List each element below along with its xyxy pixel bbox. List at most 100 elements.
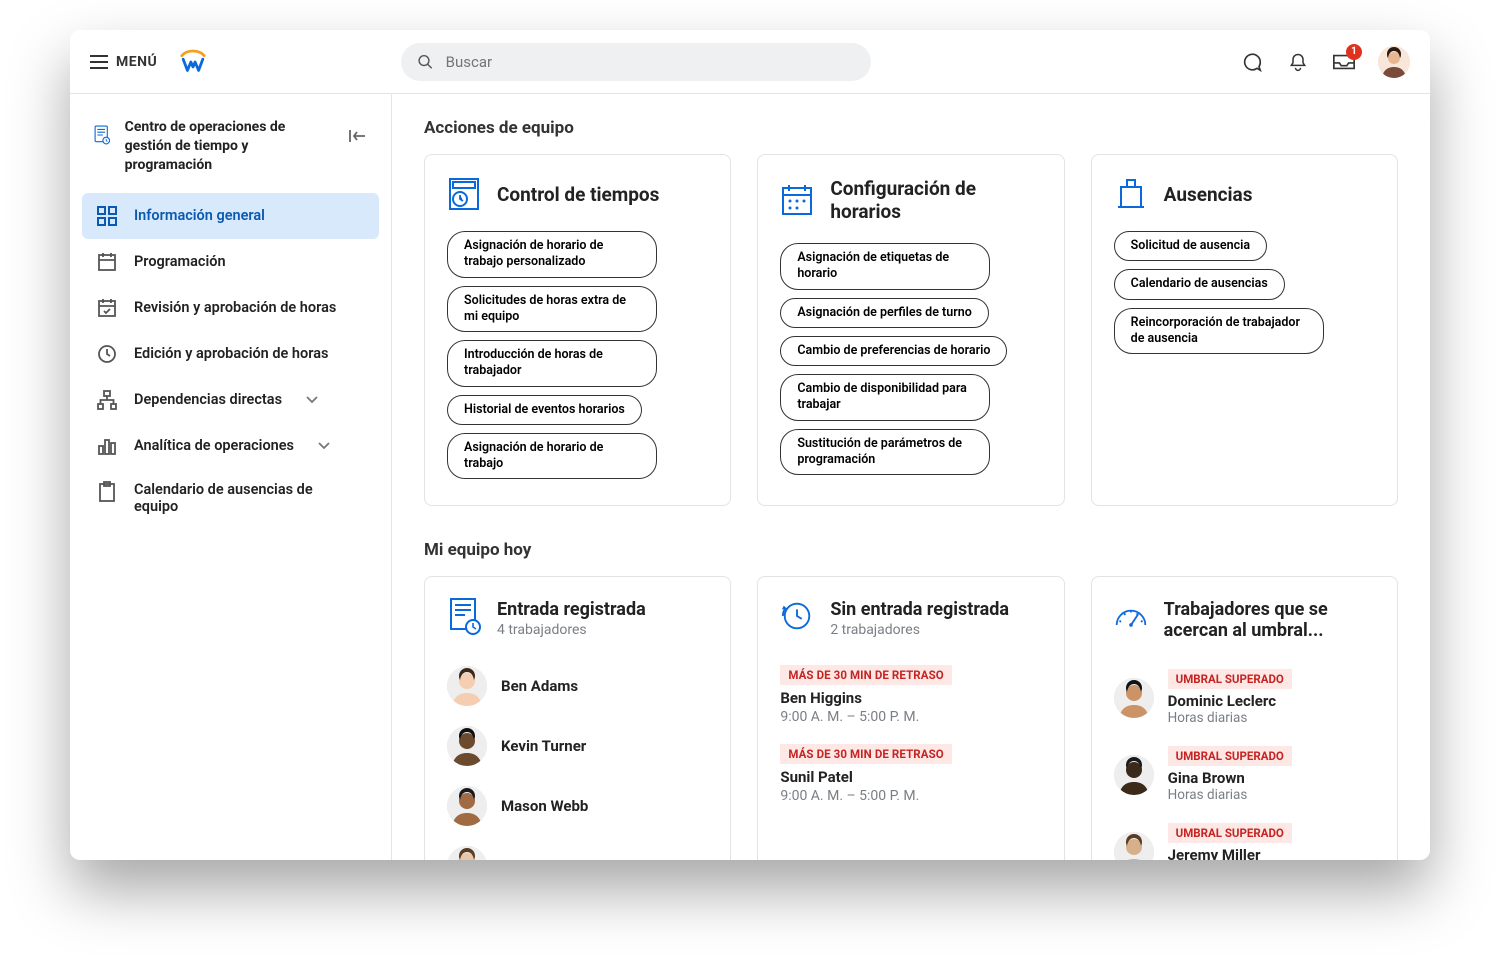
sidebar-header: Centro de operaciones de gestión de tiem… bbox=[82, 114, 379, 193]
nav-team-absence-calendar[interactable]: Calendario de ausencias de equipo bbox=[82, 469, 379, 527]
card-threshold: Trabajadores que se acercan al umbral...… bbox=[1091, 576, 1398, 860]
clock-icon bbox=[96, 343, 118, 365]
grid-icon bbox=[96, 205, 118, 227]
action-pill[interactable]: Reincorporación de trabajador de ausenci… bbox=[1114, 308, 1324, 355]
chat-icon bbox=[1241, 51, 1263, 73]
action-pill[interactable]: Solicitud de ausencia bbox=[1114, 231, 1267, 261]
nav-label: Revisión y aprobación de horas bbox=[134, 299, 336, 316]
nav-label: Calendario de ausencias de equipo bbox=[134, 481, 314, 515]
person-name: Mason Webb bbox=[501, 797, 588, 815]
card-checked-in: Entrada registrada 4 trabajadores Ben Ad… bbox=[424, 576, 731, 860]
nav-label: Información general bbox=[134, 207, 265, 224]
inbox-button[interactable]: 1 bbox=[1332, 50, 1356, 74]
avatar bbox=[447, 666, 487, 706]
notifications-button[interactable] bbox=[1286, 50, 1310, 74]
main-content: Acciones de equipo Control de tiempos As… bbox=[392, 94, 1430, 860]
action-pill[interactable]: Historial de eventos horarios bbox=[447, 395, 642, 425]
person-name: Sunil Patel bbox=[780, 768, 1041, 786]
avatar bbox=[447, 786, 487, 826]
threshold-tag: UMBRAL SUPERADO bbox=[1168, 746, 1292, 766]
card-subtitle: 4 trabajadores bbox=[497, 622, 646, 638]
threshold-row[interactable]: UMBRAL SUPERADOJeremy MillerHoras diaria… bbox=[1114, 813, 1375, 860]
search-bar[interactable] bbox=[401, 43, 871, 81]
person-name: Ben Adams bbox=[501, 677, 578, 695]
card-time-control: Control de tiempos Asignación de horario… bbox=[424, 154, 731, 506]
threshold-row[interactable]: UMBRAL SUPERADODominic LeclercHoras diar… bbox=[1114, 659, 1375, 736]
checked-in-list: Ben Adams Kevin Turner Mason Webb Todd Hard… bbox=[447, 656, 708, 860]
person-row[interactable]: Mason Webb bbox=[447, 776, 708, 836]
nav-label: Edición y aprobación de horas bbox=[134, 345, 328, 362]
person-row[interactable]: Ben Adams bbox=[447, 656, 708, 716]
avatar-icon bbox=[1378, 46, 1410, 78]
nav-direct-reports[interactable]: Dependencias directas bbox=[82, 377, 379, 423]
person-name: Ben Higgins bbox=[780, 689, 1041, 707]
nav-review-hours[interactable]: Revisión y aprobación de horas bbox=[82, 285, 379, 331]
action-pill[interactable]: Asignación de perfiles de turno bbox=[780, 298, 988, 328]
card-subtitle: 2 trabajadores bbox=[830, 622, 1009, 638]
action-pill[interactable]: Asignación de horario de trabajo persona… bbox=[447, 231, 657, 278]
card-absences: Ausencias Solicitud de ausencia Calendar… bbox=[1091, 154, 1398, 506]
collapse-icon bbox=[349, 128, 367, 144]
person-row[interactable]: Todd Hardy bbox=[447, 836, 708, 860]
calendar-check-icon bbox=[96, 297, 118, 319]
card-title: Control de tiempos bbox=[497, 183, 659, 206]
action-pill[interactable]: Calendario de ausencias bbox=[1114, 269, 1285, 299]
schedule-config-icon bbox=[780, 183, 814, 217]
search-input[interactable] bbox=[446, 53, 855, 71]
person-name: Dominic Leclerc bbox=[1168, 692, 1292, 710]
late-entry[interactable]: MÁS DE 30 MIN DE RETRASOSunil Patel9:00 … bbox=[780, 735, 1041, 814]
today-cards-row: Entrada registrada 4 trabajadores Ben Ad… bbox=[424, 576, 1398, 860]
user-avatar[interactable] bbox=[1378, 46, 1410, 78]
avatar bbox=[447, 846, 487, 860]
late-entry[interactable]: MÁS DE 30 MIN DE RETRASOBen Higgins9:00 … bbox=[780, 656, 1041, 735]
action-pill[interactable]: Solicitudes de horas extra de mi equipo bbox=[447, 286, 657, 333]
not-checked-list: MÁS DE 30 MIN DE RETRASO Ben Higgins 9:00 … bbox=[780, 656, 1041, 814]
nav-edit-hours[interactable]: Edición y aprobación de horas bbox=[82, 331, 379, 377]
action-pill[interactable]: Cambio de preferencias de horario bbox=[780, 336, 1007, 366]
app-body: Centro de operaciones de gestión de tiem… bbox=[70, 94, 1430, 860]
team-today-heading: Mi equipo hoy bbox=[424, 540, 1398, 560]
threshold-sub: Horas diarias bbox=[1168, 710, 1292, 726]
threshold-sub: Horas diarias bbox=[1168, 787, 1292, 803]
card-title: Trabajadores que se acercan al umbral... bbox=[1164, 599, 1364, 641]
top-bar: MENÚ 1 bbox=[70, 30, 1430, 94]
person-row[interactable]: Kevin Turner bbox=[447, 716, 708, 776]
chat-button[interactable] bbox=[1240, 50, 1264, 74]
late-tag: MÁS DE 30 MIN DE RETRASO bbox=[780, 744, 951, 764]
sidebar-title-icon bbox=[94, 118, 111, 152]
sidebar-title: Centro de operaciones de gestión de tiem… bbox=[125, 118, 335, 175]
action-pill[interactable]: Introducción de horas de trabajador bbox=[447, 340, 657, 387]
sidebar: Centro de operaciones de gestión de tiem… bbox=[70, 94, 392, 860]
card-not-checked-in: Sin entrada registrada 2 trabajadores MÁ… bbox=[757, 576, 1064, 860]
inbox-badge: 1 bbox=[1346, 44, 1362, 60]
sidebar-collapse-button[interactable] bbox=[349, 118, 367, 144]
checked-in-icon bbox=[447, 599, 481, 633]
threshold-row[interactable]: UMBRAL SUPERADO Gina BrownHoras diarias bbox=[1114, 736, 1375, 813]
hamburger-icon bbox=[90, 55, 108, 69]
action-pill[interactable]: Cambio de disponibilidad para trabajar bbox=[780, 374, 990, 421]
avatar bbox=[1114, 832, 1154, 860]
action-pill[interactable]: Sustitución de parámetros de programació… bbox=[780, 429, 990, 476]
threshold-list: UMBRAL SUPERADODominic LeclercHoras diar… bbox=[1114, 659, 1375, 860]
not-checked-icon bbox=[780, 599, 814, 633]
nav-scheduling[interactable]: Programación bbox=[82, 239, 379, 285]
card-schedule-config: Configuración de horarios Asignación de … bbox=[757, 154, 1064, 506]
search-icon bbox=[417, 53, 434, 71]
menu-label: MENÚ bbox=[116, 54, 157, 70]
menu-button[interactable]: MENÚ bbox=[90, 54, 157, 70]
top-right-icons: 1 bbox=[1240, 46, 1410, 78]
card-title: Entrada registrada bbox=[497, 599, 646, 620]
action-pill[interactable]: Asignación de horario de trabajo bbox=[447, 433, 657, 480]
person-name: Kevin Turner bbox=[501, 737, 586, 755]
nav-analytics[interactable]: Analítica de operaciones bbox=[82, 423, 379, 469]
action-pill[interactable]: Asignación de etiquetas de horario bbox=[780, 243, 990, 290]
pill-list-schedule: Asignación de etiquetas de horario Asign… bbox=[780, 243, 1041, 475]
nav-overview[interactable]: Información general bbox=[82, 193, 379, 239]
absence-icon bbox=[1114, 177, 1148, 211]
person-name: Gina Brown bbox=[1168, 769, 1292, 787]
schedule-time: 9:00 A. M. – 5:00 P. M. bbox=[780, 709, 1041, 725]
avatar bbox=[447, 726, 487, 766]
nav-label: Dependencias directas bbox=[134, 391, 282, 408]
team-actions-heading: Acciones de equipo bbox=[424, 118, 1398, 138]
workday-logo[interactable] bbox=[179, 48, 207, 76]
